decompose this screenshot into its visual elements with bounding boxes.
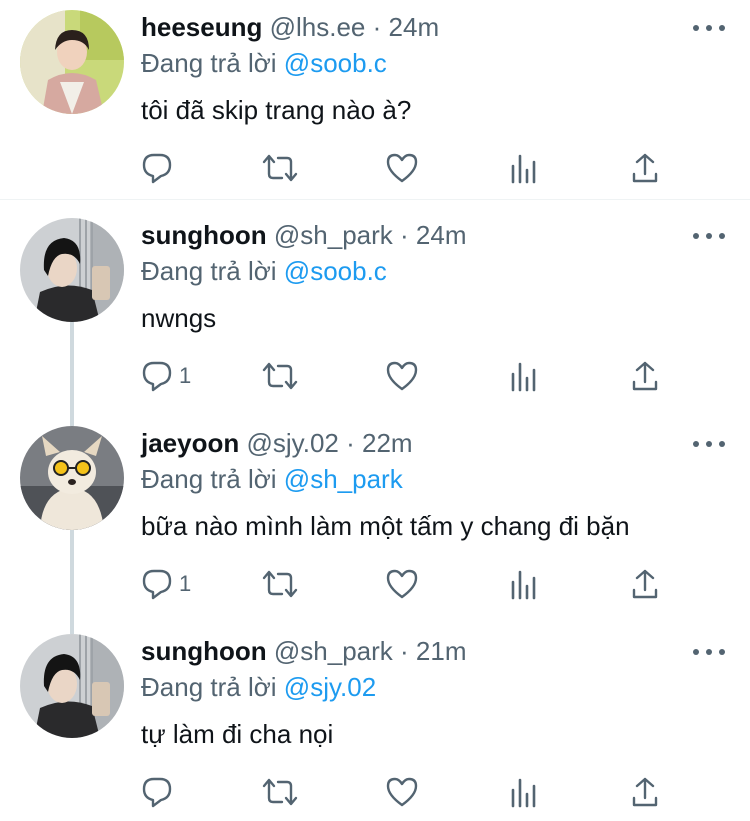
like-button[interactable] (385, 358, 419, 394)
share-icon (631, 152, 659, 184)
heart-icon (385, 152, 419, 184)
heart-icon (385, 776, 419, 808)
replying-label: Đang trả lời (141, 48, 277, 78)
reply-icon (141, 776, 173, 808)
username[interactable]: @sh_park (274, 636, 393, 666)
analytics-button[interactable] (510, 150, 538, 186)
replying-to: Đang trả lời @soob.c (141, 48, 387, 78)
analytics-button[interactable] (510, 566, 538, 602)
like-button[interactable] (385, 150, 419, 186)
reply-icon (141, 568, 173, 600)
avatar[interactable] (20, 218, 124, 322)
display-name[interactable]: heeseung (141, 12, 262, 42)
like-button[interactable] (385, 566, 419, 602)
username[interactable]: @sh_park (274, 220, 393, 250)
display-name[interactable]: jaeyoon (141, 428, 239, 458)
replying-to: Đang trả lời @soob.c (141, 256, 387, 286)
tweet[interactable]: sunghoon @sh_park · 24m Đang trả lời @so… (0, 200, 750, 408)
reply-icon (141, 152, 173, 184)
tweet-header: sunghoon @sh_park · 21m (141, 636, 467, 666)
more-icon[interactable] (693, 647, 725, 657)
tweet[interactable]: sunghoon @sh_park · 21m Đang trả lời @sj… (0, 616, 750, 821)
separator: · (346, 428, 355, 458)
share-icon (631, 776, 659, 808)
display-name[interactable]: sunghoon (141, 220, 267, 250)
avatar[interactable] (20, 634, 124, 738)
reply-count: 1 (179, 571, 192, 596)
analytics-button[interactable] (510, 774, 538, 810)
retweet-button[interactable] (262, 566, 298, 602)
retweet-button[interactable] (262, 358, 298, 394)
tweet-text: tôi đã skip trang nào à? (141, 95, 412, 125)
replying-label: Đang trả lời (141, 464, 277, 494)
separator: · (400, 220, 409, 250)
action-bar: 1 (0, 358, 750, 394)
timestamp[interactable]: 24m (389, 12, 440, 42)
reply-count: 1 (179, 363, 192, 388)
reply-icon (141, 360, 173, 392)
tweet-text: nwngs (141, 303, 217, 333)
more-icon[interactable] (693, 439, 725, 449)
heart-icon (385, 360, 419, 392)
retweet-button[interactable] (262, 150, 298, 186)
tweet-header: sunghoon @sh_park · 24m (141, 220, 467, 250)
replying-to: Đang trả lời @sjy.02 (141, 672, 376, 702)
avatar[interactable] (20, 10, 124, 114)
reply-button[interactable] (141, 774, 179, 810)
more-icon[interactable] (693, 23, 725, 33)
separator: · (372, 12, 382, 42)
display-name[interactable]: sunghoon (141, 636, 267, 666)
timestamp[interactable]: 21m (416, 636, 467, 666)
share-button[interactable] (631, 358, 659, 394)
share-icon (631, 360, 659, 392)
tweet-header: heeseung @lhs.ee · 24m (141, 12, 439, 42)
reply-button[interactable]: 1 (141, 358, 191, 394)
analytics-icon (510, 152, 538, 184)
tweet-text: tự làm đi cha nọi (141, 719, 334, 749)
action-bar: 1 (0, 566, 750, 602)
share-icon (631, 568, 659, 600)
action-bar (0, 774, 750, 810)
separator: · (400, 636, 409, 666)
share-button[interactable] (631, 150, 659, 186)
share-button[interactable] (631, 566, 659, 602)
tweet-header: jaeyoon @sjy.02 · 22m (141, 428, 413, 458)
reply-button[interactable] (141, 150, 179, 186)
more-icon[interactable] (693, 231, 725, 241)
mention-link[interactable]: @soob.c (284, 256, 387, 286)
timestamp[interactable]: 24m (416, 220, 467, 250)
analytics-icon (510, 776, 538, 808)
share-button[interactable] (631, 774, 659, 810)
retweet-icon (262, 360, 298, 392)
analytics-icon (510, 568, 538, 600)
retweet-icon (262, 152, 298, 184)
replying-label: Đang trả lời (141, 672, 277, 702)
reply-button[interactable]: 1 (141, 566, 191, 602)
tweet-text: bữa nào mình làm một tấm y chang đi bặn (141, 511, 630, 541)
action-bar (0, 150, 750, 186)
username[interactable]: @lhs.ee (270, 12, 366, 42)
replying-label: Đang trả lời (141, 256, 277, 286)
analytics-icon (510, 360, 538, 392)
tweet[interactable]: heeseung @lhs.ee · 24m Đang trả lời @soo… (0, 0, 750, 200)
mention-link[interactable]: @soob.c (284, 48, 387, 78)
retweet-button[interactable] (262, 774, 298, 810)
retweet-icon (262, 776, 298, 808)
analytics-button[interactable] (510, 358, 538, 394)
timestamp[interactable]: 22m (362, 428, 413, 458)
heart-icon (385, 568, 419, 600)
replying-to: Đang trả lời @sh_park (141, 464, 403, 494)
tweet[interactable]: jaeyoon @sjy.02 · 22m Đang trả lời @sh_p… (0, 408, 750, 616)
username[interactable]: @sjy.02 (246, 428, 338, 458)
retweet-icon (262, 568, 298, 600)
mention-link[interactable]: @sh_park (284, 464, 403, 494)
avatar[interactable] (20, 426, 124, 530)
mention-link[interactable]: @sjy.02 (284, 672, 376, 702)
like-button[interactable] (385, 774, 419, 810)
